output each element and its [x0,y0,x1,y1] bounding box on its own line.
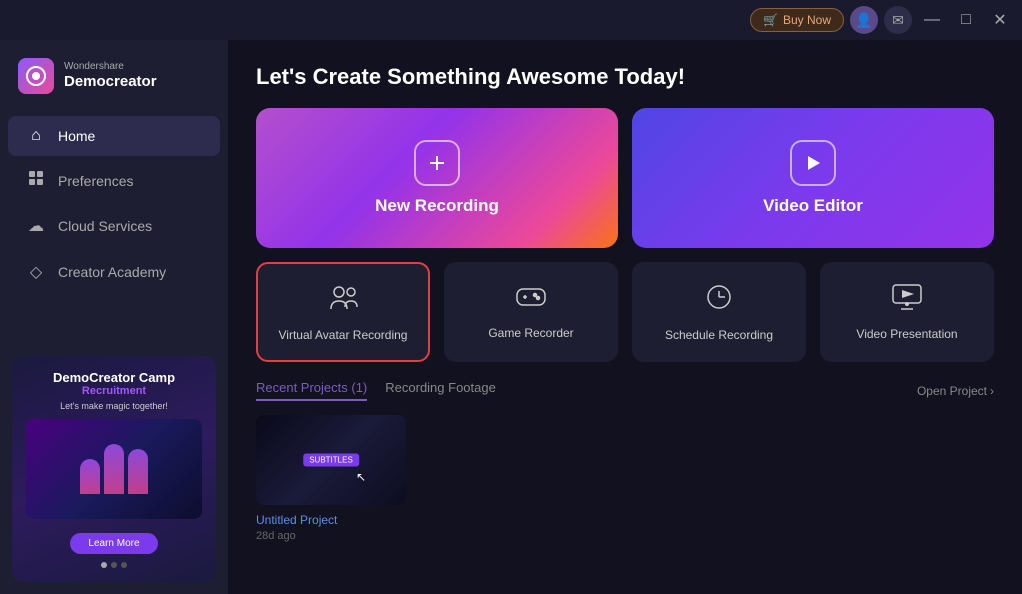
open-project-link[interactable]: Open Project › [917,384,994,398]
sidebar-item-label: Home [58,128,95,144]
figure-3 [128,449,148,494]
project-date: 28d ago [256,530,406,542]
project-grid: SUBTITLES ↖ Untitled Project 28d ago [256,415,994,542]
sidebar-item-label: Creator Academy [58,264,166,280]
cloud-icon: ☁ [26,216,46,236]
game-recorder-icon [515,285,547,316]
game-recorder-label: Game Recorder [488,326,573,340]
logo-area: Wondershare Democreator [0,48,228,114]
promo-image [26,419,202,519]
diamond-icon: ◇ [26,262,46,282]
tool-row: Virtual Avatar Recording Game Recorder [256,262,994,362]
virtual-avatar-icon [327,283,359,318]
main-content: Let's Create Something Awesome Today! Ne… [228,40,1022,594]
promo-dot-2 [111,562,117,568]
figure-2 [104,444,124,494]
video-presentation-icon [892,284,922,317]
figure-1 [80,459,100,494]
sidebar-item-label: Cloud Services [58,218,152,234]
minimize-icon: — [924,11,940,29]
recent-section: Recent Projects (1) Recording Footage Op… [256,380,994,574]
logo-text: Wondershare Democreator [64,61,157,91]
promo-tagline: Let's make magic together! [60,401,168,411]
buy-now-button[interactable]: 🛒 Buy Now [750,8,844,32]
promo-learn-button[interactable]: Learn More [70,533,157,554]
sidebar: Wondershare Democreator ⌂ Home Preferenc… [0,40,228,594]
promo-dots [101,562,127,568]
cart-icon: 🛒 [763,13,778,27]
sidebar-item-creator-academy[interactable]: ◇ Creator Academy [8,251,220,293]
project-thumbnail: SUBTITLES ↖ [256,415,406,505]
person-icon: 👤 [855,12,872,29]
page-heading: Let's Create Something Awesome Today! [256,64,994,90]
maximize-button[interactable]: □ [952,6,980,34]
tab-recording-footage[interactable]: Recording Footage [385,380,496,401]
thumb-label-chip: SUBTITLES [303,454,359,467]
project-card[interactable]: SUBTITLES ↖ Untitled Project 28d ago [256,415,406,542]
new-recording-icon [414,140,460,186]
logo-brand: Wondershare [64,61,157,73]
tab-recent-projects[interactable]: Recent Projects (1) [256,380,367,401]
home-icon: ⌂ [26,127,46,145]
hero-row: New Recording Video Editor [256,108,994,248]
chevron-right-icon: › [990,384,994,398]
close-icon: ✕ [993,10,1006,30]
close-button[interactable]: ✕ [986,6,1014,34]
virtual-avatar-card[interactable]: Virtual Avatar Recording [256,262,430,362]
promo-dot-1 [101,562,107,568]
video-presentation-label: Video Presentation [856,327,957,341]
logo-icon [18,58,54,94]
mail-button[interactable]: ✉ [884,6,912,34]
mail-icon: ✉ [892,12,904,29]
promo-subtitle: Recruitment [82,385,146,397]
schedule-recording-card[interactable]: Schedule Recording [632,262,806,362]
recent-header: Recent Projects (1) Recording Footage Op… [256,380,994,401]
virtual-avatar-label: Virtual Avatar Recording [279,328,408,342]
grid-icon [26,171,46,190]
sidebar-item-home[interactable]: ⌂ Home [8,116,220,156]
project-name: Untitled Project [256,513,406,527]
promo-figures [80,444,148,494]
sidebar-item-label: Preferences [58,173,133,189]
sidebar-item-preferences[interactable]: Preferences [8,160,220,201]
new-recording-card[interactable]: New Recording [256,108,618,248]
video-editor-label: Video Editor [763,196,863,216]
thumb-inner: SUBTITLES ↖ [256,415,406,505]
schedule-recording-label: Schedule Recording [665,328,773,342]
recent-tabs: Recent Projects (1) Recording Footage [256,380,496,401]
cursor-icon: ↖ [356,470,364,478]
promo-title: DemoCreator Camp [53,370,175,385]
minimize-button[interactable]: — [918,6,946,34]
video-editor-icon [790,140,836,186]
sidebar-promo: DemoCreator Camp Recruitment Let's make … [12,356,216,582]
titlebar: 🛒 Buy Now 👤 ✉ — □ ✕ [0,0,1022,40]
maximize-icon: □ [961,11,971,29]
logo-name: Democreator [64,73,157,91]
app-body: Wondershare Democreator ⌂ Home Preferenc… [0,40,1022,594]
video-presentation-card[interactable]: Video Presentation [820,262,994,362]
game-recorder-card[interactable]: Game Recorder [444,262,618,362]
schedule-recording-icon [705,283,733,318]
open-project-label: Open Project [917,384,987,398]
user-avatar-button[interactable]: 👤 [850,6,878,34]
sidebar-item-cloud-services[interactable]: ☁ Cloud Services [8,205,220,247]
buy-now-label: Buy Now [783,13,831,27]
video-editor-card[interactable]: Video Editor [632,108,994,248]
new-recording-label: New Recording [375,196,499,216]
promo-dot-3 [121,562,127,568]
